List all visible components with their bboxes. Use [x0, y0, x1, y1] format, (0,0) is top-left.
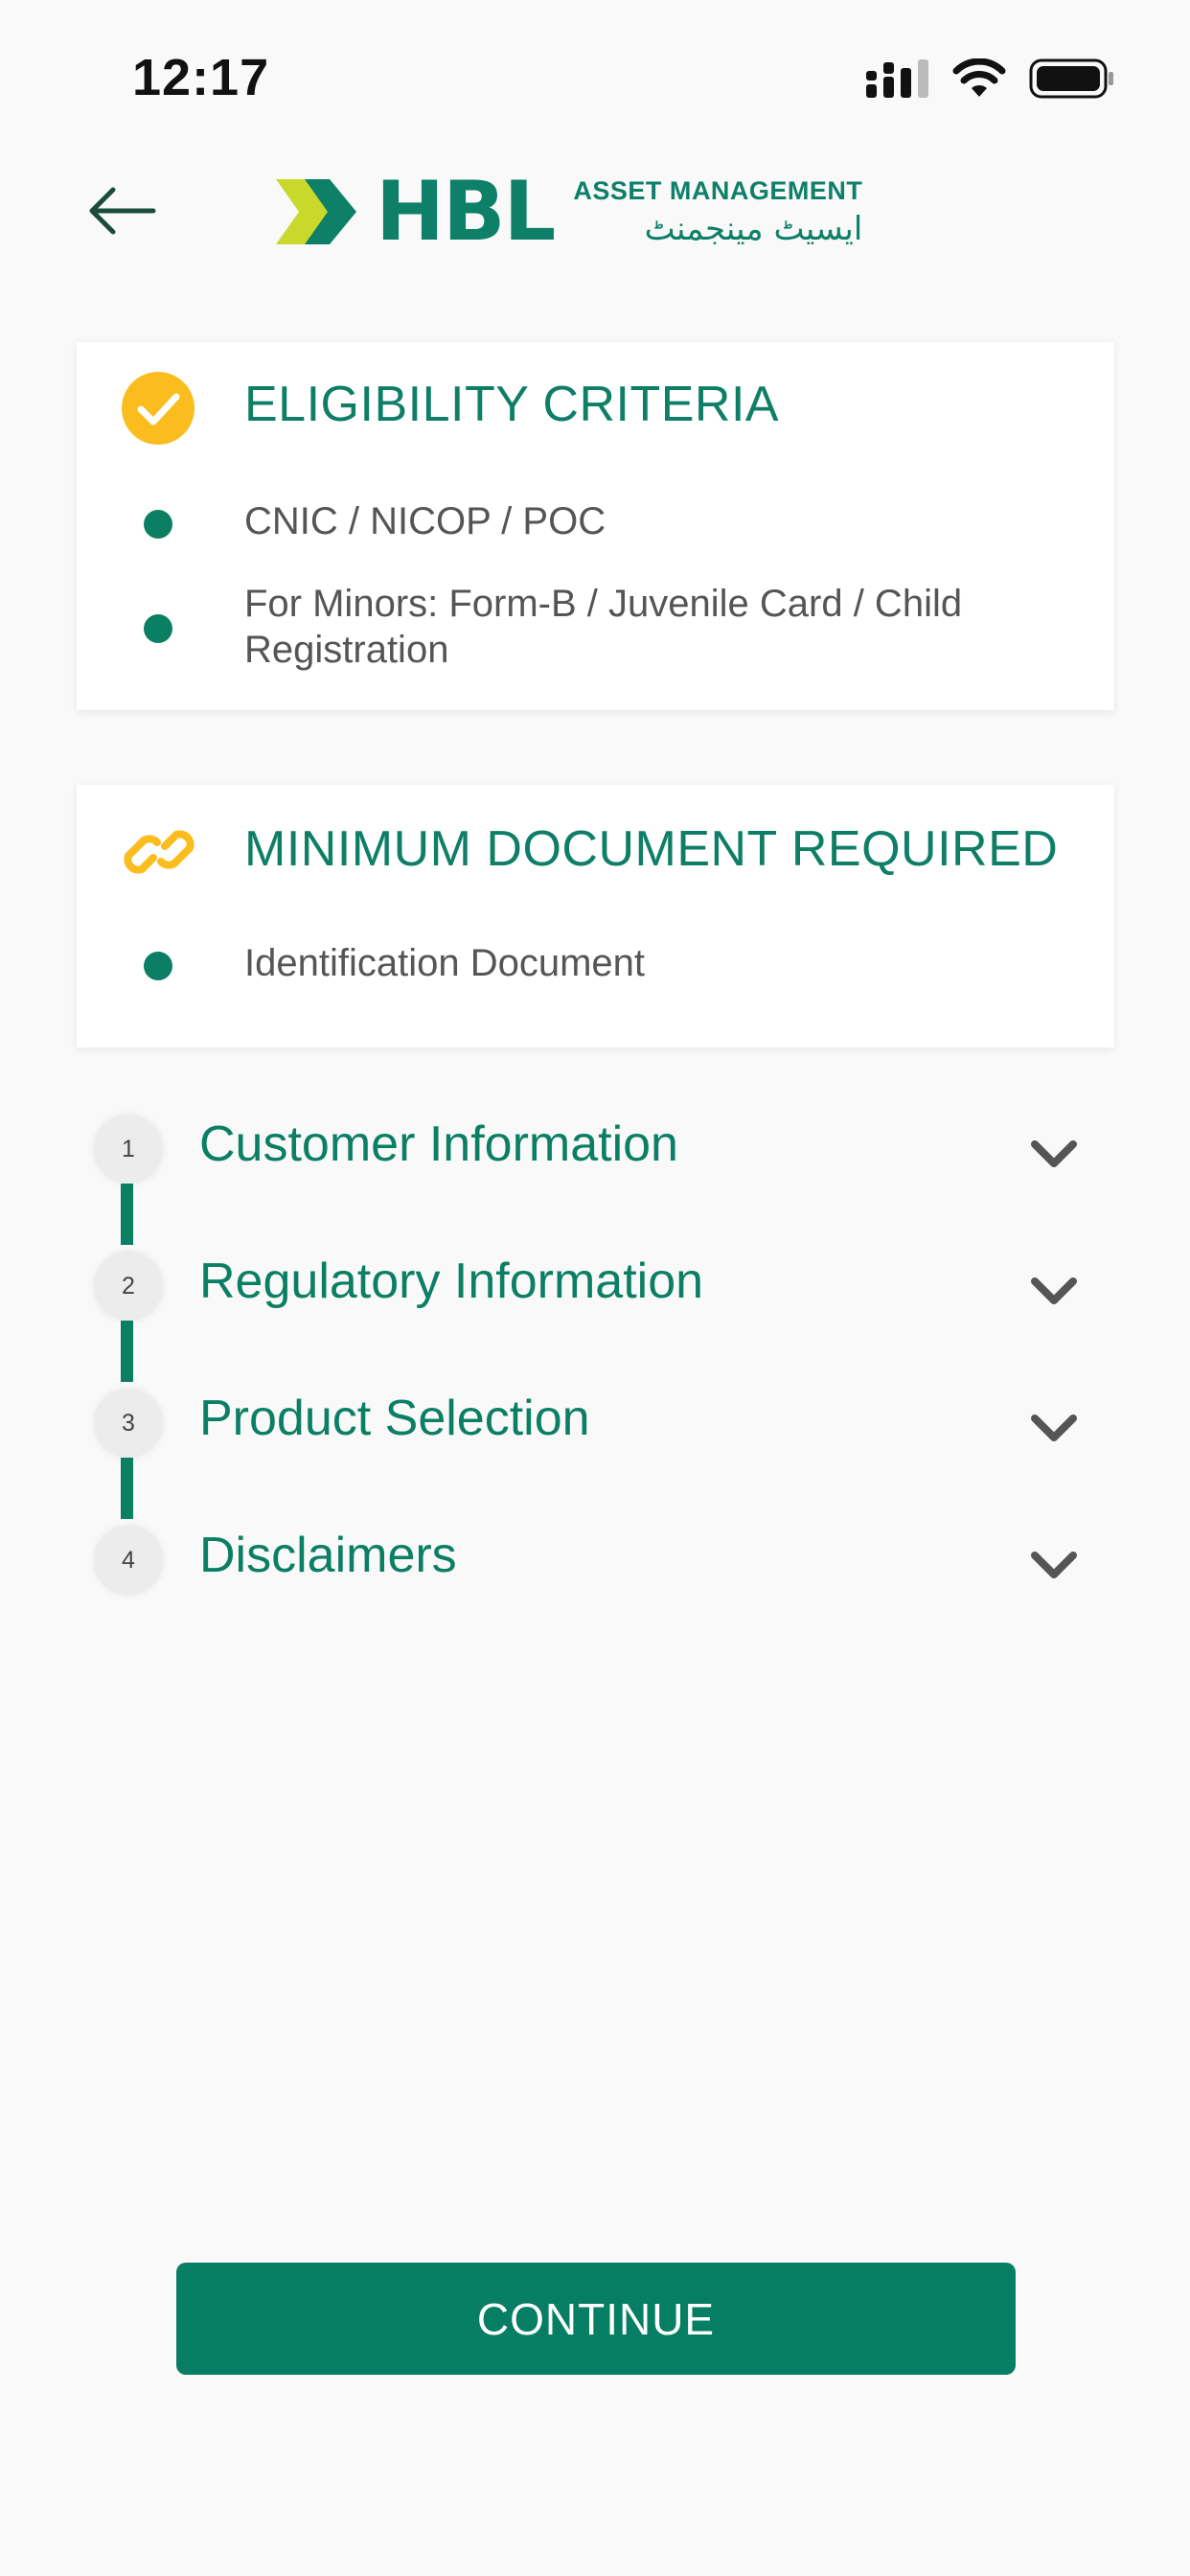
continue-button[interactable]: CONTINUE	[176, 2263, 1016, 2375]
step-number: 1	[94, 1115, 163, 1184]
step-number: 4	[94, 1526, 163, 1595]
chevron-down-icon[interactable]	[1029, 1548, 1079, 1582]
step-disclaimers[interactable]: Disclaimers	[199, 1527, 457, 1584]
signal-icon	[866, 59, 928, 98]
step-connector	[121, 1321, 133, 1382]
eligibility-card: ELIGIBILITY CRITERIA CNIC / NICOP / POC …	[77, 342, 1114, 710]
bullet-dot	[144, 510, 172, 539]
logo-hbl-text: HBL	[376, 164, 556, 260]
step-number: 3	[94, 1389, 163, 1458]
eligibility-item: For Minors: Form-B / Juvenile Card / Chi…	[244, 583, 963, 671]
bullet-dot	[144, 614, 172, 643]
check-circle-icon	[122, 372, 195, 445]
status-time: 12:17	[132, 49, 270, 106]
step-regulatory-information[interactable]: Regulatory Information	[199, 1253, 703, 1310]
chevron-down-icon[interactable]	[1029, 1411, 1079, 1445]
status-icons	[866, 58, 1115, 100]
logo-subtitle: ASSET MANAGEMENT	[573, 175, 863, 205]
step-connector	[121, 1184, 133, 1245]
back-arrow-icon[interactable]	[84, 172, 161, 249]
step-product-selection[interactable]: Product Selection	[199, 1390, 590, 1447]
hbl-chevron-logo-icon	[276, 179, 356, 244]
battery-icon	[1029, 58, 1113, 99]
bullet-dot	[144, 952, 172, 980]
eligibility-item: CNIC / NICOP / POC	[244, 500, 606, 542]
wifi-icon	[952, 58, 1006, 97]
logo-urdu-text: ایسیٹ مینجمنٹ	[644, 209, 863, 248]
chevron-down-icon[interactable]	[1029, 1274, 1079, 1308]
chevron-down-icon[interactable]	[1029, 1137, 1079, 1171]
step-connector	[121, 1458, 133, 1519]
document-item: Identification Document	[244, 942, 646, 984]
documents-title: MINIMUM DOCUMENT REQUIRED	[244, 821, 1059, 877]
step-customer-information[interactable]: Customer Information	[199, 1116, 678, 1173]
link-icon	[124, 830, 195, 874]
hbl-logo: HBL ASSET MANAGEMENT ایسیٹ مینجمنٹ	[276, 171, 862, 253]
step-number: 2	[94, 1252, 163, 1321]
eligibility-title: ELIGIBILITY CRITERIA	[244, 377, 780, 432]
documents-card: MINIMUM DOCUMENT REQUIRED Identification…	[77, 785, 1114, 1047]
